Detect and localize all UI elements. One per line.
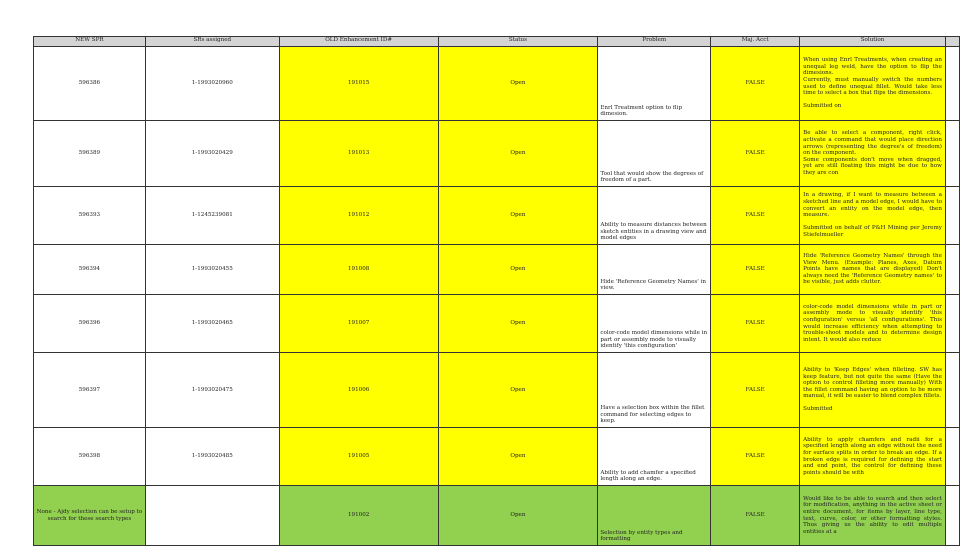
table-row: 596386 1-1993020960 191015 Open Enrl Tre… bbox=[33, 46, 960, 121]
cell-maj-acct[interactable]: FALSE bbox=[710, 352, 801, 428]
cell-problem[interactable]: Enrl Treatment option to flip dimesion. bbox=[597, 46, 712, 121]
cell-problem[interactable]: color-code model dimensions while in par… bbox=[597, 294, 712, 353]
table-row: 596394 1-1993020455 191008 Open Hide 'Re… bbox=[33, 244, 960, 295]
spreadsheet: NEW SPR SRs assigned OLD Enhancement ID#… bbox=[33, 36, 960, 546]
cell-srs-assigned[interactable]: 1-1245239081 bbox=[144, 186, 280, 245]
cell-solution[interactable]: When using Enrl Treatments, when creatin… bbox=[799, 46, 946, 121]
cell-new-spr[interactable]: 596386 bbox=[33, 46, 146, 121]
cell-old-id[interactable]: 191015 bbox=[278, 46, 439, 121]
cell-extra[interactable] bbox=[944, 186, 960, 245]
cell-extra[interactable] bbox=[944, 352, 960, 428]
cell-new-spr[interactable]: 596396 bbox=[33, 294, 146, 353]
cell-srs-assigned[interactable]: 1-1993020960 bbox=[144, 46, 280, 121]
cell-extra[interactable] bbox=[944, 120, 960, 187]
cell-srs-assigned[interactable]: 1-1993020429 bbox=[144, 120, 280, 187]
cell-extra[interactable] bbox=[944, 244, 960, 295]
cell-old-id[interactable]: 191013 bbox=[278, 120, 439, 187]
table-row: 596398 1-1993020485 191005 Open Ability … bbox=[33, 427, 960, 486]
cell-extra[interactable] bbox=[944, 46, 960, 121]
cell-new-spr[interactable]: 596393 bbox=[33, 186, 146, 245]
column-header-maj-acct[interactable]: Maj. Acct bbox=[710, 36, 801, 47]
cell-maj-acct[interactable]: FALSE bbox=[710, 244, 801, 295]
column-header-solution[interactable]: Solution bbox=[799, 36, 946, 47]
cell-srs-assigned[interactable]: 1-1993020475 bbox=[144, 352, 280, 428]
cell-solution[interactable]: Ability to apply chamfers and radii for … bbox=[799, 427, 946, 486]
cell-maj-acct[interactable]: FALSE bbox=[710, 485, 801, 546]
cell-status[interactable]: Open bbox=[437, 485, 599, 546]
cell-old-id[interactable]: 191007 bbox=[278, 294, 439, 353]
cell-new-spr[interactable]: 596398 bbox=[33, 427, 146, 486]
cell-extra[interactable] bbox=[944, 427, 960, 486]
cell-old-id[interactable]: 191008 bbox=[278, 244, 439, 295]
table-row: 596397 1-1993020475 191006 Open Have a s… bbox=[33, 352, 960, 428]
cell-problem[interactable]: Have a selection box within the fillet c… bbox=[597, 352, 712, 428]
column-header-extra[interactable] bbox=[944, 36, 960, 47]
cell-maj-acct[interactable]: FALSE bbox=[710, 120, 801, 187]
cell-new-spr[interactable]: 596389 bbox=[33, 120, 146, 187]
cell-status[interactable]: Open bbox=[437, 120, 599, 187]
column-header-old-enhancement-id[interactable]: OLD Enhancement ID# bbox=[278, 36, 439, 47]
cell-extra[interactable] bbox=[944, 485, 960, 546]
cell-maj-acct[interactable]: FALSE bbox=[710, 427, 801, 486]
cell-solution[interactable]: color-code model dimensions while in par… bbox=[799, 294, 946, 353]
cell-problem[interactable]: Tool that would show the degrees of free… bbox=[597, 120, 712, 187]
table-row: 596396 1-1993020465 191007 Open color-co… bbox=[33, 294, 960, 353]
cell-maj-acct[interactable]: FALSE bbox=[710, 294, 801, 353]
cell-solution[interactable]: Be able to select a component, right cli… bbox=[799, 120, 946, 187]
cell-solution[interactable]: Hide 'Reference Geometry Names' through … bbox=[799, 244, 946, 295]
cell-status[interactable]: Open bbox=[437, 186, 599, 245]
column-header-status[interactable]: Status bbox=[437, 36, 599, 47]
column-header-srs-assigned[interactable]: SRs assigned bbox=[144, 36, 280, 47]
cell-maj-acct[interactable]: FALSE bbox=[710, 186, 801, 245]
cell-status[interactable]: Open bbox=[437, 244, 599, 295]
cell-old-id[interactable]: 191012 bbox=[278, 186, 439, 245]
enhancement-table: NEW SPR SRs assigned OLD Enhancement ID#… bbox=[33, 36, 960, 546]
cell-status[interactable]: Open bbox=[437, 46, 599, 121]
cell-srs-assigned[interactable]: 1-1993020465 bbox=[144, 294, 280, 353]
cell-old-id[interactable]: 191002 bbox=[278, 485, 439, 546]
cell-status[interactable]: Open bbox=[437, 427, 599, 486]
column-header-problem[interactable]: Problem bbox=[597, 36, 712, 47]
cell-new-spr[interactable]: None - Ajdy selection can be setup to se… bbox=[33, 485, 146, 546]
table-row: 596389 1-1993020429 191013 Open Tool tha… bbox=[33, 120, 960, 187]
cell-srs-assigned[interactable] bbox=[144, 485, 280, 546]
cell-extra[interactable] bbox=[944, 294, 960, 353]
cell-status[interactable]: Open bbox=[437, 294, 599, 353]
cell-problem[interactable]: Ability to add chamfer a specified lengt… bbox=[597, 427, 712, 486]
table-row: None - Ajdy selection can be setup to se… bbox=[33, 485, 960, 546]
header-row: NEW SPR SRs assigned OLD Enhancement ID#… bbox=[33, 36, 960, 47]
cell-old-id[interactable]: 191006 bbox=[278, 352, 439, 428]
cell-status[interactable]: Open bbox=[437, 352, 599, 428]
cell-solution[interactable]: In a drawing, if I want to measure betwe… bbox=[799, 186, 946, 245]
column-header-new-spr[interactable]: NEW SPR bbox=[33, 36, 146, 47]
cell-problem[interactable]: Ability to measure distances between ske… bbox=[597, 186, 712, 245]
cell-old-id[interactable]: 191005 bbox=[278, 427, 439, 486]
cell-solution[interactable]: Would like to be able to search and then… bbox=[799, 485, 946, 546]
cell-srs-assigned[interactable]: 1-1993020485 bbox=[144, 427, 280, 486]
cell-maj-acct[interactable]: FALSE bbox=[710, 46, 801, 121]
cell-problem[interactable]: Hide 'Reference Geometry Names' in view. bbox=[597, 244, 712, 295]
cell-new-spr[interactable]: 596397 bbox=[33, 352, 146, 428]
cell-srs-assigned[interactable]: 1-1993020455 bbox=[144, 244, 280, 295]
cell-solution[interactable]: Ability to 'Keep Edges' when filleting. … bbox=[799, 352, 946, 428]
table-row: 596393 1-1245239081 191012 Open Ability … bbox=[33, 186, 960, 245]
cell-problem[interactable]: Selection by entity types and formatting bbox=[597, 485, 712, 546]
cell-new-spr[interactable]: 596394 bbox=[33, 244, 146, 295]
